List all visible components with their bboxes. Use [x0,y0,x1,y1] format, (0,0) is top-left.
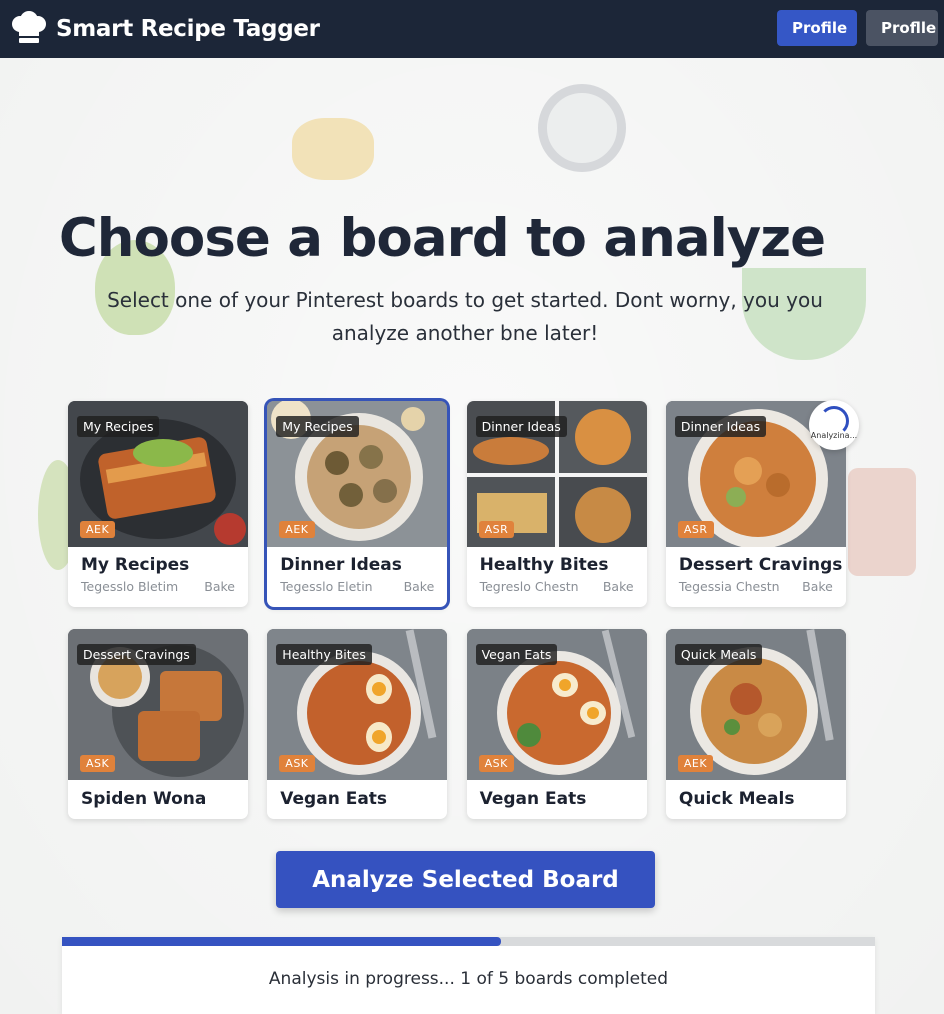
profile-secondary-button[interactable]: Proflle [866,10,938,46]
board-source-tag: Dessert Cravings [77,644,196,665]
board-source-tag: My Recipes [77,416,160,437]
board-title: Vegan Eats [280,789,388,809]
board-subtitle: Tegesslo Bletim [81,579,179,594]
analyzing-indicator: Analyzina... [809,400,859,450]
board-card[interactable]: Vegan Eats ASK Vegan Eats [466,629,647,819]
board-meta: Tegesslo Eletin Bake [280,579,434,594]
board-card[interactable]: Dessert Cravings ASK Spiden Wona [68,629,248,819]
board-title: My Recipes [81,555,190,575]
board-title: Spiden Wona [81,789,207,809]
board-card[interactable]: My Recipes AEK My Recipes Tegesslo Bleti… [68,401,248,607]
board-badge: AEK [677,755,714,772]
app-title: Smart Recipe Tagger [56,16,320,42]
board-subtitle: Tegreslo Chestn [479,579,579,594]
board-title: Dessert Cravings [678,555,843,575]
board-category: Bake [204,579,235,594]
decor-bread [292,118,374,180]
board-title: Vegan Eats [479,789,587,809]
board-grid: My Recipes AEK My Recipes Tegesslo Bleti… [68,401,846,819]
board-badge: AEK [80,521,116,538]
board-title: Dinner Ideas [280,555,402,575]
board-meta: Tegreslo Chestn Bake [480,579,634,594]
analyze-selected-board-button[interactable]: Analyze Selected Board [276,851,655,908]
board-meta: Tegesslo Bletim Bake [81,579,235,594]
board-category: Bake [602,579,634,594]
board-meta: Tegessia Chestn Bake [679,579,833,594]
decor-plate [538,84,626,172]
board-source-tag: My Recipes [276,416,359,437]
top-navigation-bar: Smart Recipe Tagger Profile Proflle [0,0,944,58]
board-category: Bake [802,579,833,594]
board-source-tag: Healthy Bites [276,644,372,665]
analyzing-label: Analyzina... [810,431,858,440]
board-card[interactable]: Quick Meals AEK Quick Meals [665,629,846,819]
decor-jar [848,468,916,576]
progress-bar [62,937,875,946]
board-badge: ASK [478,755,514,772]
page-subtitle: Select one of your Pinterest boards to g… [107,288,823,345]
board-category: Bake [403,579,435,594]
board-source-tag: Vegan Eats [475,644,558,665]
board-subtitle: Tegessia Chestn [678,579,780,594]
board-subtitle: Tegesslo Eletin [280,579,373,594]
board-badge: ASK [279,755,315,772]
board-source-tag: Quick Meals [674,644,763,665]
board-badge: AEK [279,521,315,538]
board-title: Quick Meals [678,789,795,809]
progress-status-text: Analysis in progress... 1 of 5 boards co… [268,969,669,989]
board-badge: ASK [80,755,116,772]
chef-hat-icon [10,10,48,48]
board-title: Healthy Bites [479,555,609,575]
progress-fill [62,937,502,946]
board-badge: ASR [677,521,714,538]
progress-panel: Analysis in progress... 1 of 5 boards co… [62,937,875,1014]
board-card[interactable]: Dinner Ideas ASR Healthy Bites Tegreslo … [466,401,647,607]
header-actions: Profile Proflle [777,10,938,46]
board-card-selected[interactable]: My Recipes AEK Dinner Ideas Tegesslo Ele… [267,401,448,607]
board-card[interactable]: Healthy Bites ASK Vegan Eats [267,629,448,819]
board-source-tag: Dinner Ideas [475,416,567,437]
board-badge: ASR [478,521,515,538]
brand: Smart Recipe Tagger [10,10,320,48]
page-title: Choose a board to analyze [58,208,826,269]
profile-button[interactable]: Profile [777,10,857,46]
board-source-tag: Dinner Ideas [674,416,767,437]
